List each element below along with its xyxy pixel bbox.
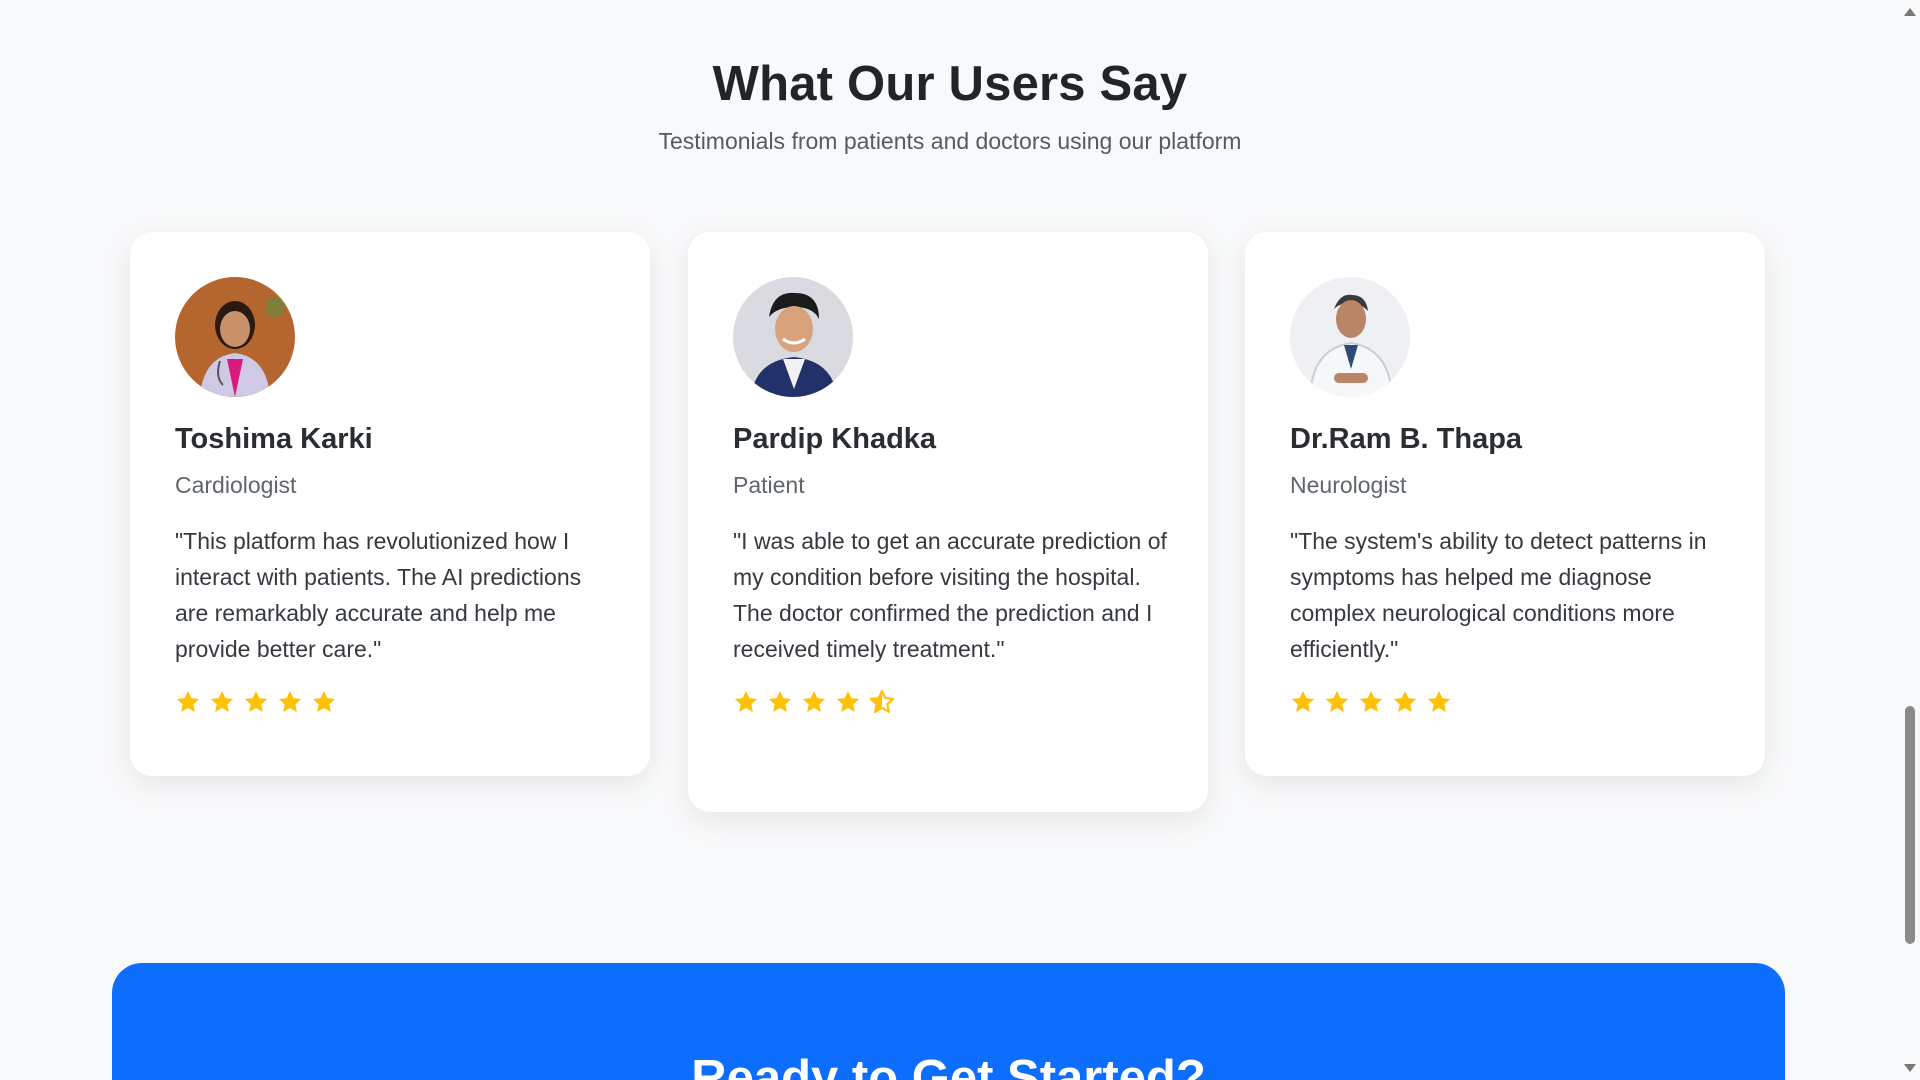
testimonials-section: What Our Users Say Testimonials from pat… bbox=[0, 0, 1900, 1080]
star-icon bbox=[278, 690, 302, 712]
star-icon bbox=[734, 690, 758, 712]
testimonial-role: Patient bbox=[733, 472, 805, 498]
star-icon bbox=[836, 690, 860, 712]
rating-stars bbox=[175, 689, 605, 715]
testimonial-role: Neurologist bbox=[1290, 472, 1407, 498]
avatar bbox=[175, 277, 295, 397]
testimonial-name: Pardip Khadka bbox=[733, 423, 937, 455]
scroll-thumb[interactable] bbox=[1905, 706, 1915, 944]
testimonial-card: Dr.Ram B. Thapa Neurologist "The system'… bbox=[1245, 232, 1765, 776]
star-icon bbox=[1393, 690, 1417, 712]
star-icon bbox=[312, 690, 336, 712]
page: What Our Users Say Testimonials from pat… bbox=[0, 0, 1920, 1080]
avatar bbox=[733, 277, 853, 397]
star-icon bbox=[176, 690, 200, 712]
star-half-icon bbox=[869, 689, 895, 714]
rating-stars bbox=[733, 689, 1163, 715]
avatar bbox=[1290, 277, 1410, 397]
section-title: What Our Users Say bbox=[712, 57, 1188, 111]
testimonial-name: Dr.Ram B. Thapa bbox=[1290, 423, 1523, 455]
testimonial-quote: "The system's ability to detect patterns… bbox=[1290, 528, 1707, 662]
star-icon bbox=[802, 690, 826, 712]
star-icon bbox=[768, 690, 792, 712]
testimonial-card: Pardip Khadka Patient "I was able to get… bbox=[688, 232, 1208, 812]
star-icon bbox=[1359, 690, 1383, 712]
testimonial-name: Toshima Karki bbox=[175, 423, 373, 455]
star-icon bbox=[244, 690, 268, 712]
star-icon bbox=[1427, 690, 1451, 712]
star-icon bbox=[1325, 690, 1349, 712]
testimonial-quote: "I was able to get an accurate predictio… bbox=[733, 528, 1167, 662]
scroll-down-arrow-icon[interactable] bbox=[1904, 1064, 1916, 1072]
testimonial-role: Cardiologist bbox=[175, 472, 297, 498]
rating-stars bbox=[1290, 689, 1720, 715]
star-icon bbox=[210, 690, 234, 712]
testimonial-quote: "This platform has revolutionized how I … bbox=[175, 528, 582, 662]
testimonial-card: Toshima Karki Cardiologist "This platfor… bbox=[130, 232, 650, 776]
section-subtitle: Testimonials from patients and doctors u… bbox=[658, 128, 1242, 154]
star-icon bbox=[1291, 690, 1315, 712]
scrollbar[interactable] bbox=[1900, 0, 1920, 1080]
cta-title: Ready to Get Started? bbox=[691, 1051, 1206, 1080]
scroll-up-arrow-icon[interactable] bbox=[1904, 8, 1916, 16]
